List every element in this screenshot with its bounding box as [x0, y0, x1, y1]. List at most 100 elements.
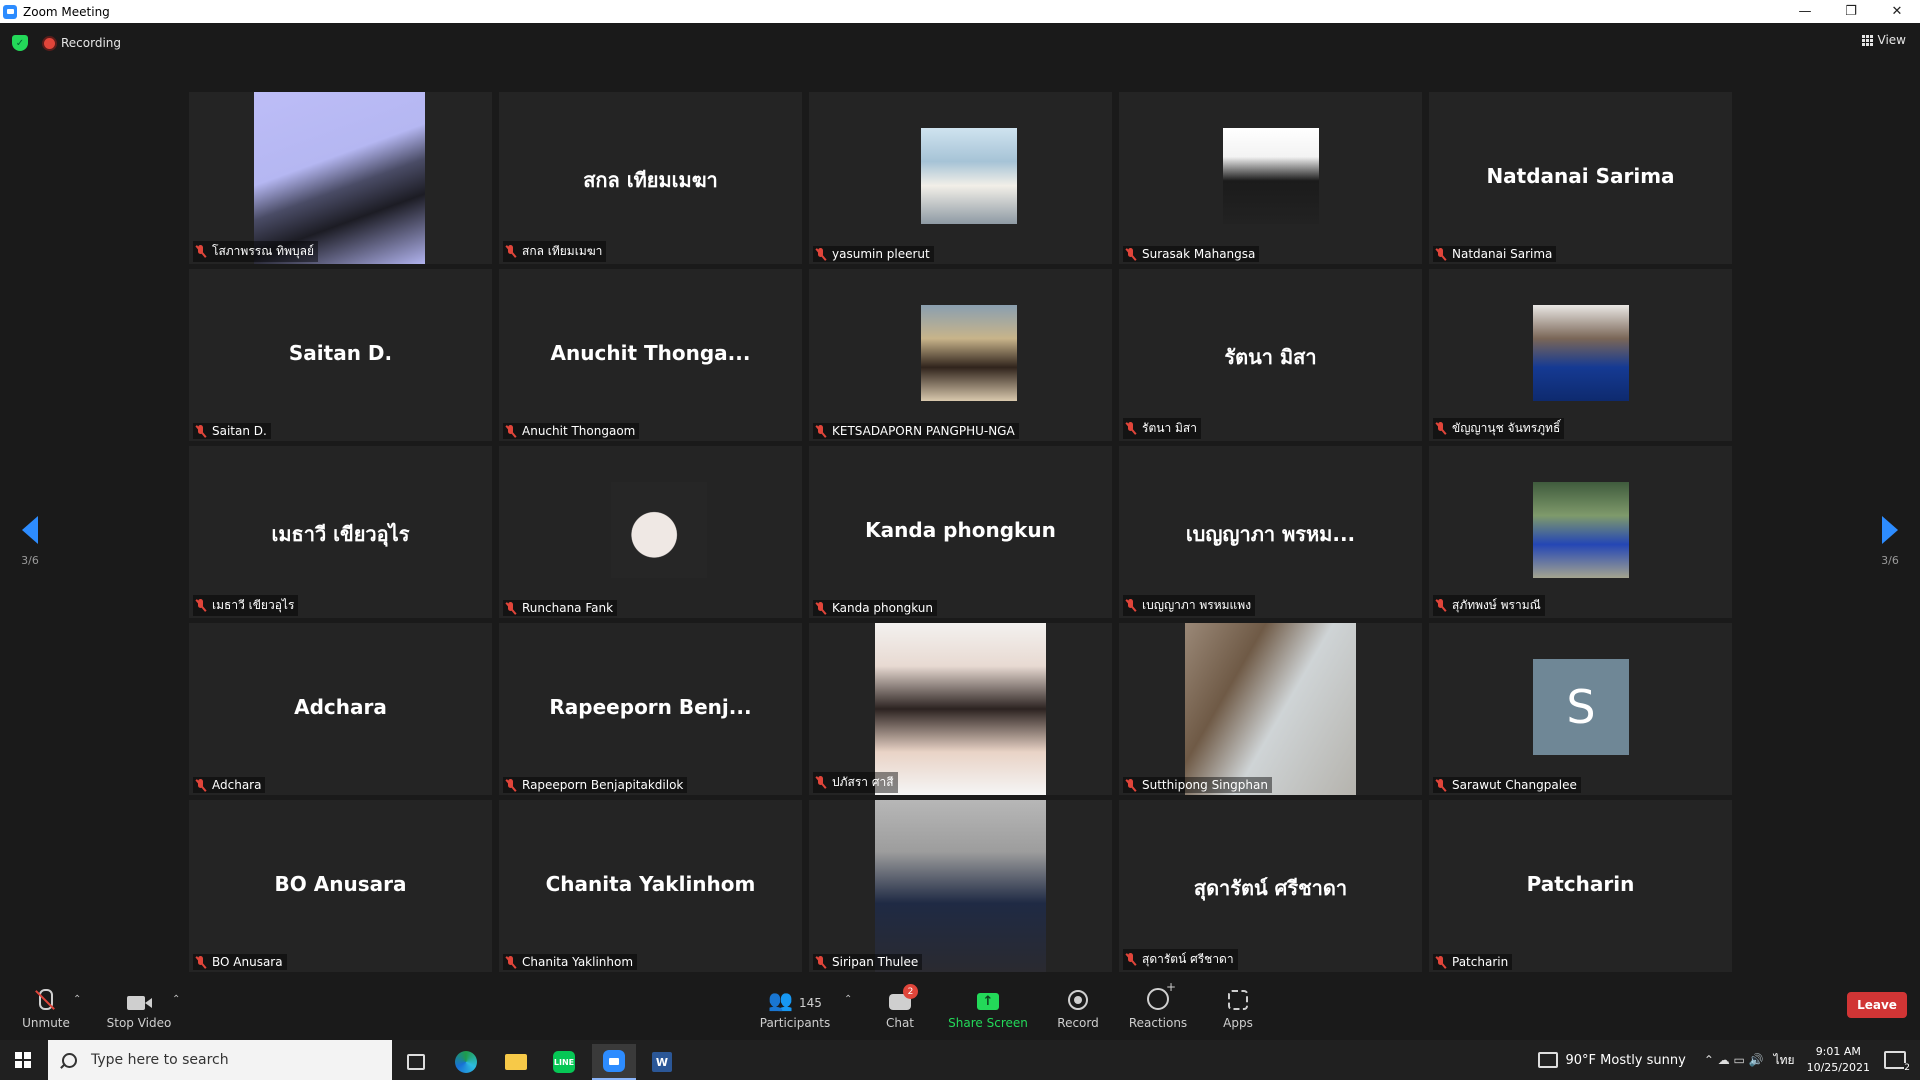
task-view-button[interactable] — [394, 1044, 438, 1080]
participant-name-label: Patcharin — [1433, 954, 1513, 970]
file-explorer-taskbar-button[interactable] — [494, 1044, 538, 1080]
reactions-button[interactable]: Reactions — [1129, 976, 1187, 1040]
participant-display-name: Rapeeporn Benj... — [549, 695, 752, 719]
participant-tile[interactable]: S Sarawut Changpalee — [1429, 623, 1732, 795]
participant-name-label: Rapeeporn Benjapitakdilok — [503, 777, 688, 793]
participants-button[interactable]: 👥 145 Participants — [760, 976, 831, 1040]
apps-button[interactable]: Apps — [1222, 976, 1254, 1040]
participant-name-label: เบญญาภา พรหมแพง — [1123, 595, 1256, 616]
recording-label: Recording — [61, 36, 122, 50]
participant-tile[interactable]: Rapeeporn Benj... Rapeeporn Benjapitakdi… — [499, 623, 802, 795]
participant-tile[interactable]: Natdanai Sarima Natdanai Sarima — [1429, 92, 1732, 264]
tray-icons[interactable]: ⌃ ☁ ▭ 🔊 — [1704, 1053, 1764, 1067]
next-page-button[interactable]: 3/6 — [1870, 516, 1910, 576]
participant-display-name: Anuchit Thonga... — [550, 341, 751, 365]
record-button[interactable]: Record — [1056, 976, 1100, 1040]
unmute-button[interactable]: Unmute — [20, 976, 72, 1040]
stop-video-button[interactable]: Stop Video — [104, 976, 174, 1040]
record-icon — [1068, 990, 1088, 1010]
participant-tile[interactable]: Siripan Thulee — [809, 800, 1112, 972]
windows-start-icon[interactable] — [15, 1052, 31, 1068]
close-button[interactable]: ✕ — [1874, 0, 1920, 23]
participant-tile[interactable]: yasumin pleerut — [809, 92, 1112, 264]
system-tray: 90°F Mostly sunny ⌃ ☁ ▭ 🔊 ไทย 9:01 AM 10… — [1537, 1040, 1920, 1080]
edge-browser-icon — [455, 1051, 477, 1073]
participant-tile[interactable]: โสภาพรรณ ทิพบุลย์ — [189, 92, 492, 264]
audio-options-caret[interactable]: ⌃ — [73, 994, 81, 1005]
participant-count: 145 — [799, 996, 822, 1010]
edge-taskbar-button[interactable] — [444, 1044, 488, 1080]
participant-tile[interactable]: สุภัทพงษ์ พรามณี — [1429, 446, 1732, 618]
zoom-app-icon — [603, 1050, 625, 1072]
zoom-taskbar-button[interactable] — [592, 1044, 636, 1080]
word-app-icon: W — [652, 1052, 672, 1072]
mic-muted-icon — [815, 424, 827, 438]
windows-taskbar: Type here to search LINE W 90°F Mostly s… — [0, 1040, 1920, 1080]
share-screen-button[interactable]: ↑ Share Screen — [948, 976, 1028, 1040]
minimize-button[interactable]: — — [1782, 0, 1828, 23]
weather-widget[interactable]: 90°F Mostly sunny — [1537, 1052, 1686, 1068]
zoom-app-icon — [3, 4, 17, 19]
view-label: View — [1877, 33, 1906, 47]
participants-options-caret[interactable]: ⌃ — [844, 994, 852, 1005]
participant-tile[interactable]: ขัญญานุช จันทรภูทธิ์ — [1429, 269, 1732, 441]
participant-name-label: Chanita Yaklinhom — [503, 954, 638, 970]
participant-tile[interactable]: สุดารัตน์ ศรีชาดา สุดารัตน์ ศรีชาดา — [1119, 800, 1422, 972]
chat-button[interactable]: 2 Chat — [880, 976, 920, 1040]
participant-tile[interactable]: Chanita Yaklinhom Chanita Yaklinhom — [499, 800, 802, 972]
participant-name-label: สุภัทพงษ์ พรามณี — [1433, 595, 1545, 616]
participant-tile[interactable]: BO Anusara BO Anusara — [189, 800, 492, 972]
window-controls: — ❐ ✕ — [1782, 0, 1920, 23]
participant-name-label: Natdanai Sarima — [1433, 246, 1557, 262]
mic-muted-icon — [505, 424, 517, 438]
participant-tile[interactable]: KETSADAPORN PANGPHU-NGA — [809, 269, 1112, 441]
mic-muted-icon — [1435, 955, 1447, 969]
participant-name-label: Sutthipong Singphan — [1123, 777, 1272, 793]
mic-muted-icon — [815, 776, 827, 789]
input-language-indicator[interactable]: ไทย — [1774, 1051, 1795, 1070]
mic-muted-icon — [195, 245, 207, 258]
participant-display-name: สกล เทียมเมฆา — [583, 168, 718, 192]
video-options-caret[interactable]: ⌃ — [172, 994, 180, 1005]
participant-tile[interactable]: Anuchit Thonga... Anuchit Thongaom — [499, 269, 802, 441]
participant-name-label: Anuchit Thongaom — [503, 423, 640, 439]
participant-name-label: Sarawut Changpalee — [1433, 777, 1581, 793]
window-title: Zoom Meeting — [23, 4, 110, 19]
mic-muted-icon — [1435, 778, 1447, 792]
chat-unread-badge: 2 — [903, 984, 918, 999]
participant-tile[interactable]: เบญญาภา พรหม... เบญญาภา พรหมแพง — [1119, 446, 1422, 618]
participant-tile[interactable]: Saitan D. Saitan D. — [189, 269, 492, 441]
line-taskbar-button[interactable]: LINE — [542, 1044, 586, 1080]
participant-tile[interactable]: Runchana Fank — [499, 446, 802, 618]
page-indicator-right: 3/6 — [1881, 554, 1899, 567]
mic-muted-icon — [505, 245, 517, 258]
participant-tile[interactable]: Sutthipong Singphan — [1119, 623, 1422, 795]
participant-tile[interactable]: สกล เทียมเมฆา สกล เทียมเมฆา — [499, 92, 802, 264]
clock-date: 10/25/2021 — [1806, 1061, 1870, 1074]
participant-tile[interactable]: Adchara Adchara — [189, 623, 492, 795]
notification-center-icon[interactable]: 2 — [1884, 1051, 1910, 1073]
restore-button[interactable]: ❐ — [1828, 0, 1874, 23]
participant-tile[interactable]: Kanda phongkun Kanda phongkun — [809, 446, 1112, 618]
participant-tile[interactable]: รัตนา มิสา รัตนา มิสา — [1119, 269, 1422, 441]
encryption-shield-icon[interactable]: ✓ — [12, 35, 28, 51]
taskbar-search-box[interactable]: Type here to search — [48, 1040, 392, 1080]
recording-indicator[interactable]: Recording — [44, 33, 121, 53]
participant-initial-avatar: S — [1533, 659, 1629, 755]
participant-tile[interactable]: Patcharin Patcharin — [1429, 800, 1732, 972]
mic-muted-icon — [1435, 422, 1447, 435]
mic-muted-icon — [195, 424, 207, 438]
folder-icon — [505, 1054, 527, 1070]
word-taskbar-button[interactable]: W — [640, 1044, 684, 1080]
leave-button[interactable]: Leave — [1847, 992, 1907, 1018]
participant-tile[interactable]: Surasak Mahangsa — [1119, 92, 1422, 264]
participant-tile[interactable]: เมธาวี เขียวอุไร เมธาวี เขียวอุไร — [189, 446, 492, 618]
task-view-icon — [407, 1054, 425, 1070]
view-button[interactable]: View — [1861, 33, 1906, 47]
taskbar-clock[interactable]: 9:01 AM 10/25/2021 — [1807, 1044, 1870, 1076]
meeting-toolbar: Unmute ⌃ Stop Video ⌃ 👥 145 Participants … — [0, 976, 1920, 1040]
participant-display-name: เมธาวี เขียวอุไร — [271, 522, 410, 546]
participant-name-label: KETSADAPORN PANGPHU-NGA — [813, 423, 1019, 439]
participant-tile[interactable]: ปภัสรา ศาสี — [809, 623, 1112, 795]
previous-page-button[interactable]: 3/6 — [10, 516, 50, 576]
